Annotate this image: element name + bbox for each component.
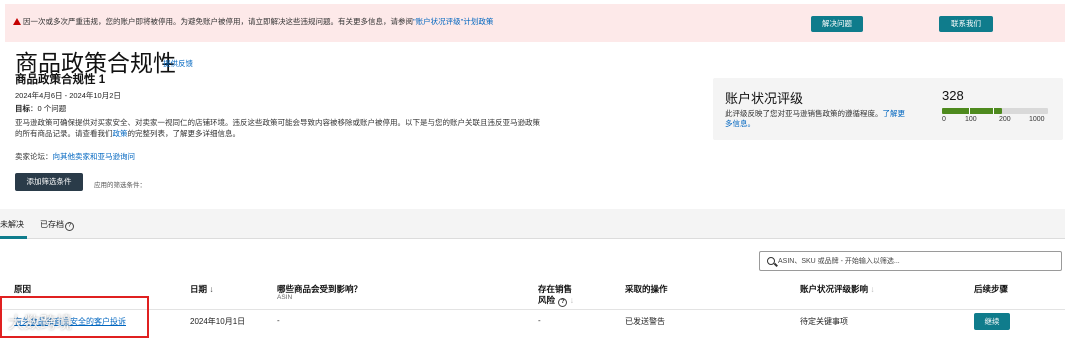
goal: 目标：0 个问题	[15, 103, 66, 114]
applied-filters-label: 应用的筛选条件：	[94, 182, 146, 189]
search-input[interactable]	[778, 255, 1058, 267]
description-text-2: 的完整列表，了解更多详细信息。	[127, 129, 241, 138]
tab-archived[interactable]: 已存档?	[40, 219, 74, 231]
health-score: 328	[942, 88, 964, 103]
policy-description: 亚马逊政策可确保提供对买家安全、对卖家一视同仁的店铺环境。违反这些政策可能会导致…	[15, 117, 540, 139]
tabs-bar: 未解决 已存档?	[0, 209, 1065, 239]
forum-label: 卖家论坛：	[15, 152, 53, 161]
active-tab-indicator	[0, 236, 27, 239]
bar-divider	[993, 108, 994, 114]
scale-label: 200	[999, 116, 1011, 123]
column-header-reason: 原因	[14, 284, 32, 294]
account-health-card: 账户状况评级 此评级反映了您对亚马逊销售政策的遵循程度。了解更多信息。 328 …	[713, 78, 1063, 140]
highlight-box	[0, 296, 149, 338]
tab-unresolved[interactable]: 未解决	[0, 219, 24, 230]
alert-message: 因一次或多次严重违规，您的账户即将被停用。为避免账户被停用，请立即解决这些违规问…	[13, 16, 493, 27]
sort-down-icon[interactable]: ↓	[209, 284, 213, 294]
column-header-date[interactable]: 日期 ↓	[190, 283, 214, 295]
sort-down-icon[interactable]: ↓	[870, 284, 874, 294]
help-icon[interactable]: ?	[65, 222, 74, 231]
header-divider	[0, 309, 1065, 310]
date-header-label: 日期	[190, 284, 208, 294]
scale-label: 0	[942, 116, 946, 123]
column-header-risk-line2: 风险 ? ↓	[538, 294, 574, 307]
goal-value: ：0 个问题	[30, 104, 67, 113]
health-score-bar	[942, 108, 1048, 114]
description-text: 亚马逊政策可确保提供对买家安全、对卖家一视同仁的店铺环境。违反这些政策可能会导致…	[15, 118, 540, 138]
column-header-next-steps: 后续步骤	[974, 284, 1009, 294]
bar-divider	[969, 108, 970, 114]
risk-header-label: 风险	[538, 295, 556, 305]
policy-link[interactable]: 政策	[113, 129, 128, 138]
feedback-link[interactable]: 提供反馈	[163, 58, 193, 69]
continue-button[interactable]: 继续	[974, 313, 1010, 330]
row-affected: -	[277, 316, 280, 325]
row-impact: 待定关键事项	[800, 317, 848, 326]
scale-label: 100	[965, 116, 977, 123]
contact-us-button[interactable]: 联系我们	[939, 16, 993, 32]
date-range: 2024年4月6日 - 2024年10月2日	[15, 91, 121, 100]
alert-banner: 因一次或多次严重违规，您的账户即将被停用。为避免账户被停用，请立即解决这些违规问…	[5, 4, 1065, 42]
sort-down-icon[interactable]: ↓	[570, 295, 574, 305]
seller-forum: 卖家论坛：向其他卖家和亚马逊询问	[15, 151, 135, 162]
row-date: 2024年10月1日	[190, 317, 246, 326]
impact-header-label: 账户状况评级影响	[800, 284, 869, 294]
search-box	[759, 251, 1062, 271]
page-subtitle: 商品政策合规性 1	[15, 74, 106, 86]
column-header-impact[interactable]: 账户状况评级影响 ↓	[800, 283, 875, 295]
column-subheader-asin: ASIN	[277, 294, 293, 301]
row-risk: -	[538, 316, 541, 325]
alert-text: 因一次或多次严重违规，您的账户即将被停用。为避免账户被停用，请立即解决这些违规问…	[23, 17, 413, 26]
health-description-text: 此评级反映了您对亚马逊销售政策的遵循程度。	[725, 109, 883, 118]
help-icon[interactable]: ?	[558, 298, 568, 307]
alert-policy-link[interactable]: "账户状况评级"计划政策	[413, 17, 493, 26]
search-icon	[767, 257, 775, 265]
account-health-description: 此评级反映了您对亚马逊销售政策的遵循程度。了解更多信息。	[725, 109, 910, 129]
warning-icon	[13, 18, 21, 25]
account-health-title: 账户状况评级	[725, 91, 804, 106]
goal-label: 目标	[15, 104, 30, 113]
forum-link[interactable]: 向其他卖家和亚马逊询问	[53, 152, 136, 161]
column-header-action: 采取的操作	[625, 284, 668, 294]
row-action: 已发送警告	[625, 317, 665, 326]
scale-label: 1000	[1029, 116, 1045, 123]
resolve-issue-button[interactable]: 解决问题	[811, 16, 863, 32]
add-filter-button[interactable]: 添加筛选条件	[15, 173, 83, 191]
tab-archived-label: 已存档	[40, 220, 64, 229]
